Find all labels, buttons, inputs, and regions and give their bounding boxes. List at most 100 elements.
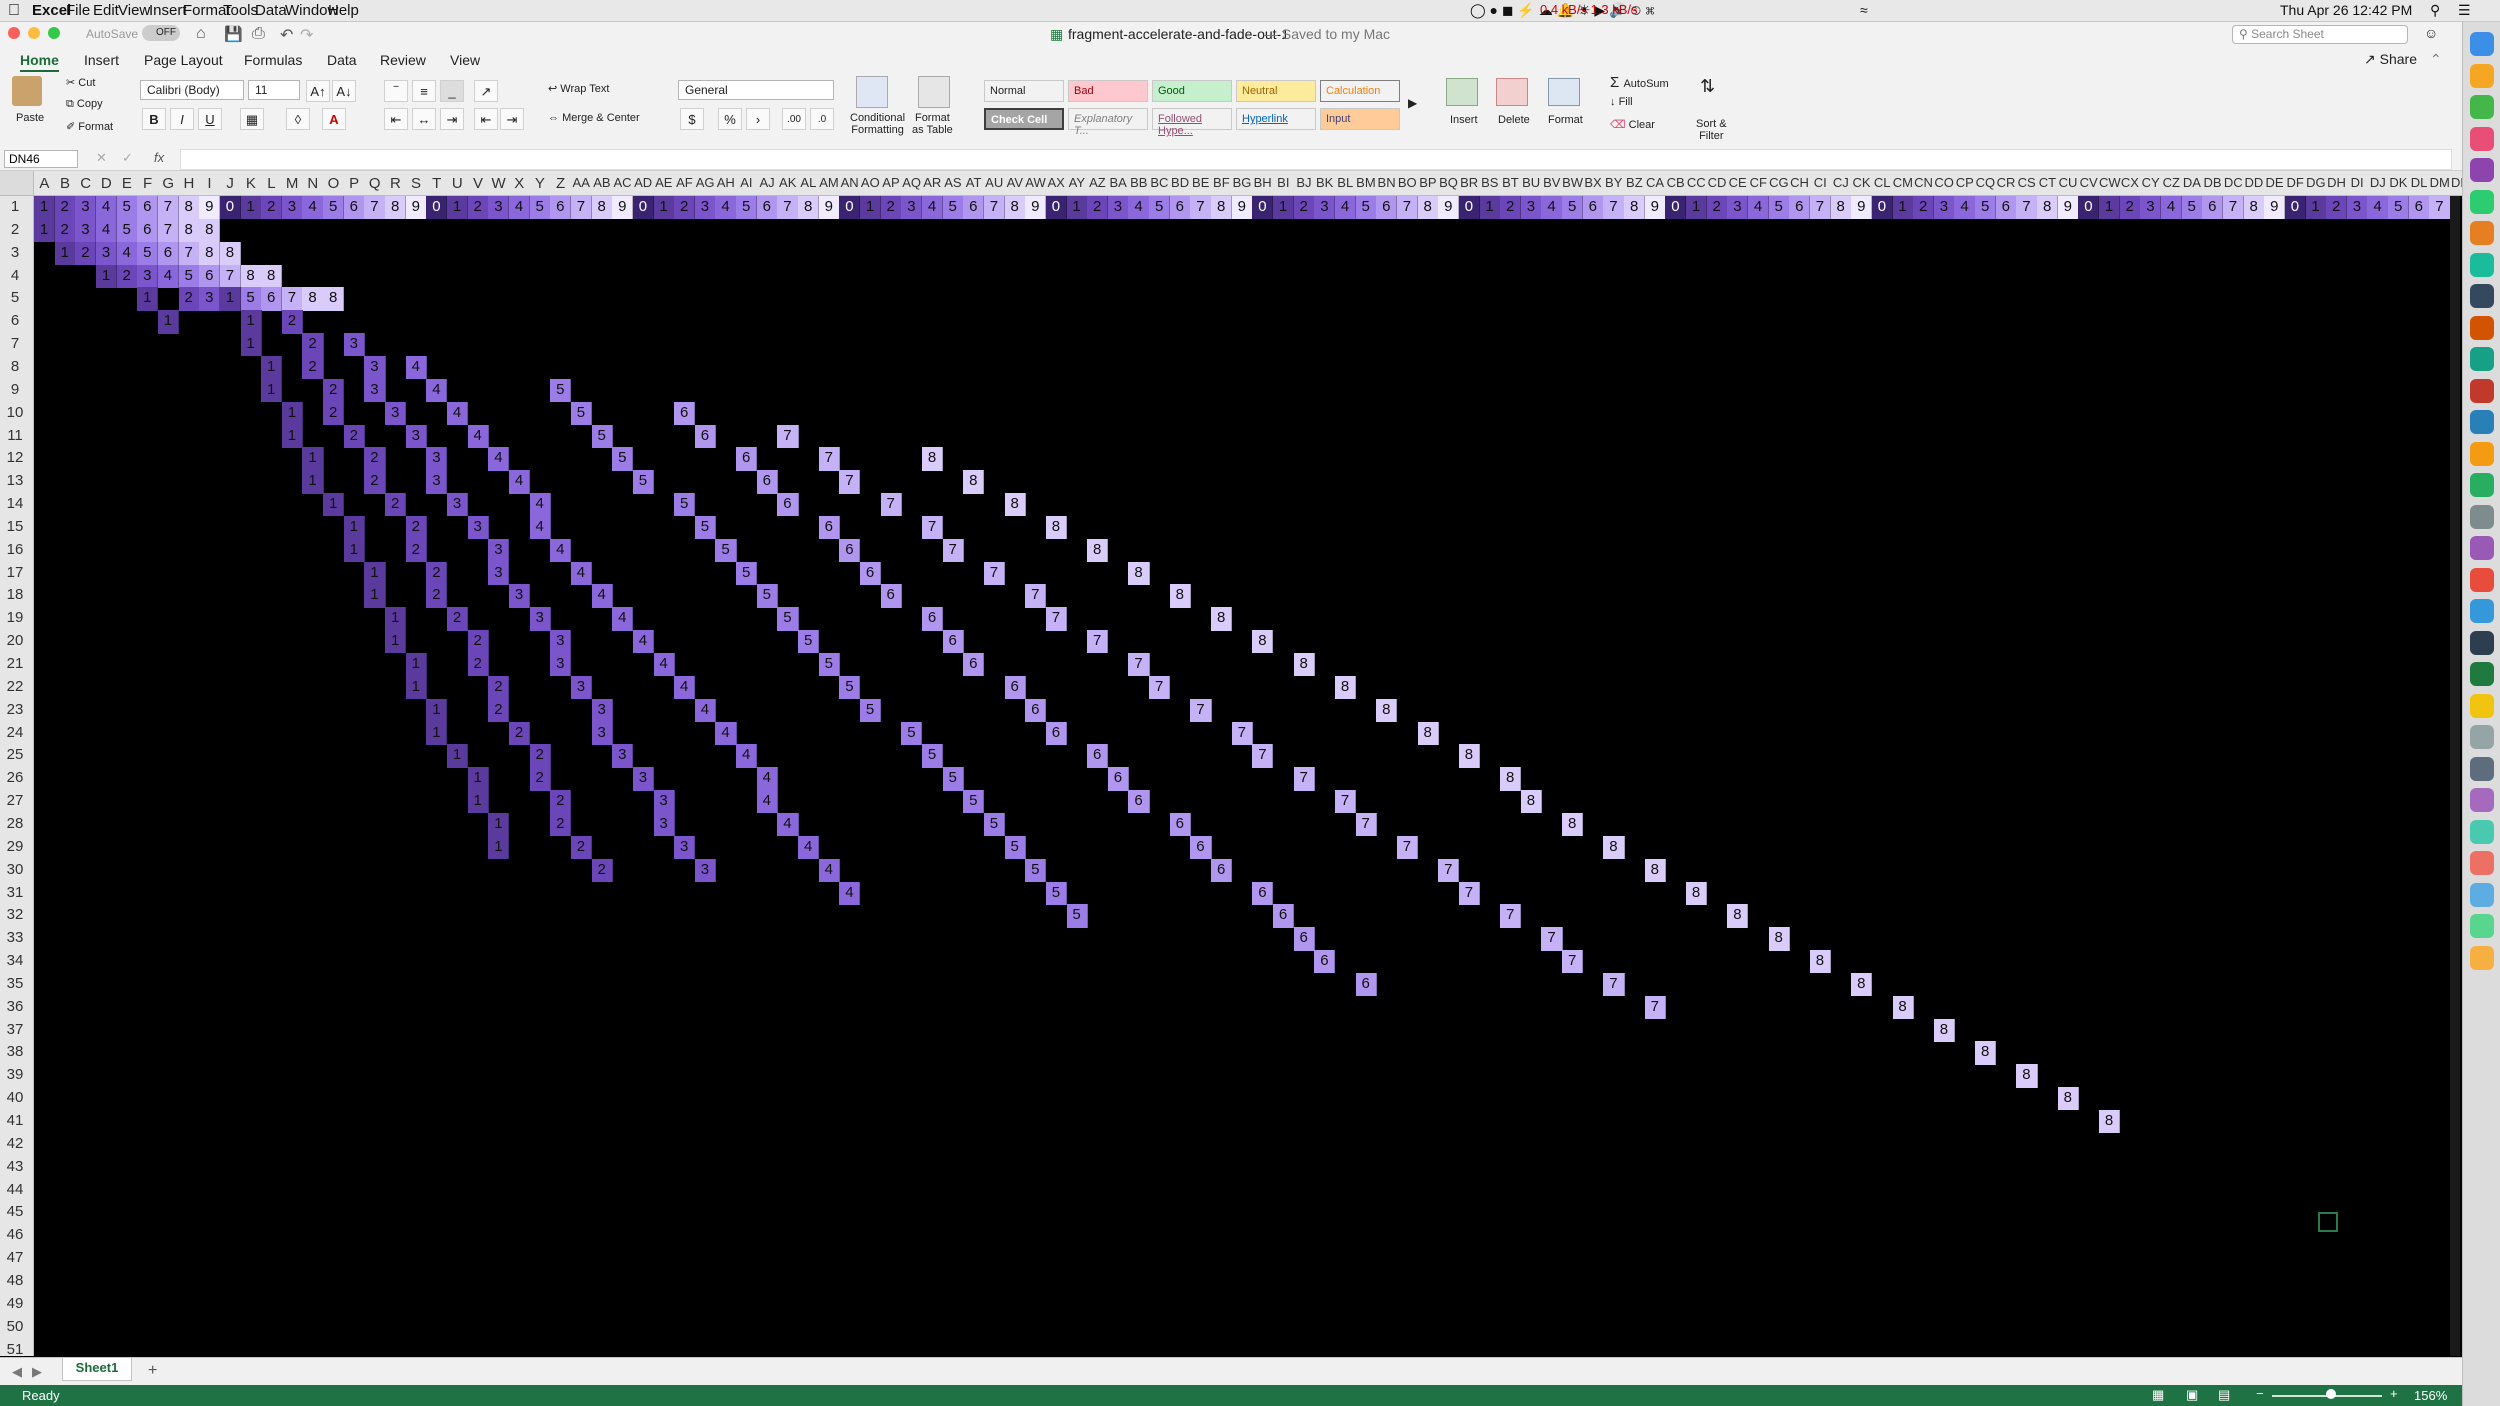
grid-cell[interactable]: 8 — [323, 287, 345, 311]
column-header[interactable]: W — [488, 175, 509, 192]
column-header[interactable]: CB — [1665, 175, 1686, 190]
select-all-corner[interactable] — [0, 171, 34, 195]
grid-cell[interactable]: 4 — [1334, 196, 1357, 220]
column-header[interactable]: DK — [2388, 175, 2409, 190]
column-header[interactable]: DL — [2409, 175, 2430, 190]
grid-cell[interactable]: 0 — [1665, 196, 1687, 220]
grid-cell[interactable]: 9 — [2264, 196, 2286, 220]
grid-cell[interactable]: 2 — [364, 447, 386, 471]
column-header[interactable]: BF — [1211, 175, 1232, 190]
grid-cell[interactable]: 5 — [839, 675, 861, 700]
grid-cell[interactable]: 2 — [405, 515, 427, 540]
grid-cell[interactable]: 2 — [116, 264, 138, 288]
grid-cell[interactable]: 2 — [508, 721, 531, 745]
grid-cell[interactable]: 3 — [570, 675, 593, 700]
row-header[interactable]: 7 — [0, 335, 30, 352]
menu-edit[interactable]: Edit — [93, 2, 119, 19]
menu-file[interactable]: File — [66, 2, 90, 19]
column-header[interactable]: AB — [592, 175, 613, 190]
dock-app-icon[interactable] — [2470, 189, 2494, 214]
column-header[interactable]: BU — [1521, 175, 1542, 190]
grid-cell[interactable]: 9 — [1438, 196, 1460, 220]
grid-cell[interactable]: 6 — [756, 470, 778, 494]
grid-cell[interactable]: 8 — [1975, 1041, 1997, 1065]
grid-cell[interactable]: 4 — [405, 355, 427, 380]
grid-cell[interactable]: 1 — [467, 790, 489, 814]
dock-app-icon[interactable] — [2470, 504, 2494, 529]
grid-cell[interactable]: 7 — [1809, 196, 1832, 220]
grid-cell[interactable]: 6 — [1314, 950, 1336, 974]
decrease-decimal-icon[interactable]: .0 — [810, 108, 834, 130]
grid-cell[interactable]: 3 — [199, 287, 221, 311]
row-header[interactable]: 21 — [0, 655, 30, 672]
grid-cell[interactable]: 3 — [488, 538, 510, 563]
column-header[interactable]: C — [75, 175, 96, 192]
grid-cell[interactable]: 6 — [1995, 196, 2017, 220]
column-header[interactable]: BX — [1583, 175, 1604, 190]
vertical-scrollbar[interactable] — [2450, 196, 2460, 1356]
grid-cell[interactable]: 2 — [880, 196, 902, 220]
grid-cell[interactable]: 8 — [591, 196, 613, 220]
column-header[interactable]: V — [468, 175, 489, 192]
column-header[interactable]: BJ — [1294, 175, 1315, 190]
column-header[interactable]: BZ — [1624, 175, 1645, 190]
column-header[interactable]: CV — [2078, 175, 2099, 190]
grid-cell[interactable]: 2 — [1293, 196, 1315, 220]
grid-cell[interactable]: 8 — [2016, 1064, 2038, 1088]
grid-cell[interactable]: 8 — [1768, 927, 1790, 951]
format-cells-icon[interactable] — [1548, 78, 1580, 106]
grid-cell[interactable]: 6 — [1004, 675, 1026, 700]
clear-button[interactable]: ⌫ Clear — [1610, 118, 1655, 131]
row-header[interactable]: 11 — [0, 427, 30, 444]
tab-view[interactable]: View — [450, 52, 480, 68]
column-header[interactable]: AT — [963, 175, 984, 190]
grid-cell[interactable]: 8 — [1376, 698, 1398, 723]
grid-cell[interactable]: 3 — [488, 561, 510, 585]
row-header[interactable]: 9 — [0, 381, 30, 398]
style-input[interactable]: Input — [1320, 108, 1400, 130]
orientation-icon[interactable]: ↗ — [474, 80, 498, 102]
grid-cell[interactable]: 1 — [302, 470, 324, 494]
fill-color-icon[interactable]: ◊ — [286, 108, 310, 130]
grid-cell[interactable]: 0 — [632, 196, 654, 220]
grid-cell[interactable]: 8 — [385, 196, 407, 220]
column-header[interactable]: AD — [633, 175, 654, 190]
grid-cell[interactable]: 1 — [54, 241, 76, 266]
notification-icon[interactable]: ☰ — [2458, 2, 2471, 19]
column-header[interactable]: T — [426, 175, 447, 192]
column-header[interactable]: AU — [984, 175, 1005, 190]
column-header[interactable]: AH — [715, 175, 736, 190]
grid-cell[interactable]: 6 — [1087, 744, 1109, 768]
grid-cell[interactable]: 8 — [921, 447, 944, 471]
grid-cell[interactable]: 4 — [839, 881, 861, 905]
grid-cell[interactable]: 1 — [488, 812, 510, 837]
decrease-indent-icon[interactable]: ⇤ — [474, 108, 498, 130]
grid-cell[interactable]: 3 — [591, 721, 613, 745]
next-sheet-icon[interactable]: ▶ — [32, 1364, 42, 1380]
align-top-icon[interactable]: ‾ — [384, 80, 408, 102]
dock-app-icon[interactable] — [2470, 536, 2494, 560]
grid-cell[interactable]: 3 — [364, 355, 386, 380]
column-header[interactable]: E — [117, 175, 138, 192]
grid-cell[interactable]: 5 — [137, 241, 159, 266]
dock-app-icon[interactable] — [2470, 662, 2494, 686]
row-header[interactable]: 23 — [0, 701, 30, 718]
column-header[interactable]: DA — [2182, 175, 2203, 190]
grid-cell[interactable]: 4 — [426, 378, 448, 403]
row-header[interactable]: 13 — [0, 472, 30, 489]
grid-cell[interactable]: 5 — [2388, 196, 2410, 220]
grid-cell[interactable]: 4 — [302, 196, 324, 220]
dock-app-icon[interactable] — [2470, 882, 2494, 907]
redo-icon[interactable]: ↷ — [300, 25, 313, 45]
grid-cell[interactable]: 6 — [199, 264, 221, 288]
grid-cell[interactable]: 6 — [777, 493, 799, 517]
row-header[interactable]: 3 — [0, 244, 30, 261]
grid-cell[interactable]: 8 — [178, 218, 200, 243]
grid-cell[interactable]: 7 — [1458, 881, 1480, 905]
grid-cell[interactable]: 3 — [1933, 196, 1955, 220]
grid-cell[interactable]: 8 — [1045, 515, 1067, 540]
row-header[interactable]: 24 — [0, 724, 30, 741]
column-header[interactable]: BR — [1459, 175, 1480, 190]
grid-cell[interactable]: 1 — [219, 287, 241, 311]
grid-cell[interactable]: 5 — [1045, 881, 1067, 905]
